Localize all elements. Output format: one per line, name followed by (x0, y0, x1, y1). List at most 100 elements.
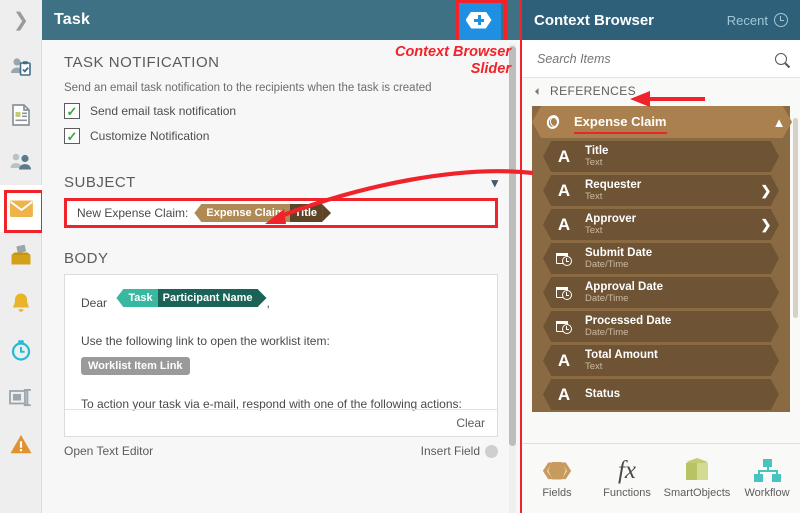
tab-functions-label: Functions (603, 486, 651, 499)
open-text-editor-link[interactable]: Open Text Editor (64, 444, 153, 458)
app-root: ❯ Task TASK NOTIFICATION Send an email t… (0, 0, 800, 513)
rail-item-email-notification[interactable] (0, 185, 44, 233)
tab-smartobjects[interactable]: SmartObjects (662, 458, 732, 499)
timer-icon (11, 339, 31, 361)
chevron-right-icon[interactable]: ❯ (753, 217, 779, 233)
body-editor-content: Dear Task Participant Name , Use the fol… (65, 275, 497, 411)
chevron-right-icon[interactable]: ❯ (753, 183, 779, 199)
reference-group-expense-claim: Expense Claim ▲ A Title Text A Requester… (532, 106, 792, 412)
rail-item-users-tasks[interactable] (0, 44, 42, 91)
left-icon-rail: ❯ (0, 0, 44, 513)
rail-item-inbox[interactable] (0, 232, 42, 279)
email-icon (9, 200, 33, 217)
text-a-icon: A (557, 214, 571, 234)
checkbox-row-send-email[interactable]: ✓ Send email task notification (64, 103, 498, 119)
rail-item-escalations[interactable] (0, 326, 42, 373)
main-scrollbar-thumb[interactable] (509, 46, 516, 446)
field-name: Total Amount (585, 349, 658, 362)
checkbox-row-customize[interactable]: ✓ Customize Notification (64, 128, 498, 144)
subject-chip-left-label: Expense Claim (201, 204, 290, 222)
rail-collapse-button[interactable]: ❯ (0, 0, 42, 40)
recent-button[interactable]: Recent (727, 13, 788, 28)
references-header[interactable]: REFERENCES (522, 78, 800, 104)
tab-functions[interactable]: fx Functions (592, 456, 662, 499)
body-editor[interactable]: Dear Task Participant Name , Use the fol… (64, 274, 498, 437)
body-link-intro: Use the following link to open the workl… (81, 334, 330, 348)
field-type: Date/Time (585, 258, 629, 270)
worklist-item-link-chip[interactable]: Worklist Item Link (81, 357, 190, 375)
context-browser-scrollbar[interactable] (793, 118, 798, 318)
rail-item-form[interactable] (0, 91, 42, 138)
triangle-collapse-icon[interactable] (534, 87, 543, 95)
field-type: Text (585, 156, 603, 168)
field-name: Submit Date (585, 247, 653, 260)
fx-icon: fx (617, 456, 637, 484)
subject-static-text: New Expense Claim: (77, 206, 189, 220)
rail-item-participants[interactable] (0, 138, 42, 185)
workflow-icon (753, 458, 781, 483)
task-notification-description: Send an email task notification to the r… (64, 82, 432, 94)
list-item[interactable]: A Total Amount Text (543, 345, 779, 376)
body-participant-chip[interactable]: Task Participant Name (116, 289, 267, 307)
field-name: Processed Date (585, 315, 672, 328)
annotation-slider-callout: Context Browser Slider (394, 44, 511, 78)
list-item[interactable]: A Status (543, 379, 779, 410)
field-name: Approver (585, 213, 637, 226)
reference-group-header[interactable]: Expense Claim ▲ (532, 106, 792, 138)
field-name: Status (585, 388, 621, 401)
body-greeting-text: Dear (81, 296, 108, 310)
subject-field-chip[interactable]: Expense Claim Title (194, 204, 332, 222)
tab-workflow-label: Workflow (744, 486, 790, 499)
text-a-icon: A (557, 146, 571, 166)
chevron-up-icon[interactable]: ▲ (766, 115, 792, 130)
body-greeting-suffix: , (266, 296, 270, 310)
chevron-down-icon[interactable]: ▾ (491, 175, 498, 191)
body-chip-right-label: Participant Name (157, 289, 258, 307)
context-browser-slider-button[interactable] (456, 0, 507, 46)
send-email-checkbox-label: Send email task notification (90, 104, 237, 118)
users-tasks-icon (11, 57, 31, 76)
list-item[interactable]: A Title Text (543, 141, 779, 172)
tab-smartobjects-label: SmartObjects (663, 487, 731, 499)
datetime-icon (543, 285, 585, 300)
cube-icon (684, 458, 710, 483)
subject-chip-right-label: Title (289, 204, 323, 222)
recent-label: Recent (726, 12, 768, 28)
search-icon[interactable] (772, 50, 790, 67)
warning-icon (10, 434, 32, 453)
customize-notification-checkbox[interactable]: ✓ (64, 128, 80, 144)
send-email-checkbox[interactable]: ✓ (64, 103, 80, 119)
insert-field-control[interactable]: Insert Field (421, 444, 498, 458)
list-item[interactable]: Approval Date Date/Time (543, 277, 779, 308)
rail-icon-list (0, 44, 44, 467)
field-type: Text (585, 224, 603, 236)
body-greeting-line: Dear Task Participant Name , (81, 289, 481, 310)
body-clear-bar: Clear (65, 409, 497, 436)
list-item[interactable]: Processed Date Date/Time (543, 311, 779, 342)
inbox-icon (11, 244, 31, 264)
list-item[interactable]: A Requester Text ❯ (543, 175, 779, 206)
rail-item-rules[interactable] (0, 373, 42, 420)
field-name: Requester (585, 179, 642, 192)
tab-workflow[interactable]: Workflow (732, 458, 800, 499)
form-icon (12, 103, 30, 126)
body-heading: BODY (64, 250, 109, 267)
main-panel-body: TASK NOTIFICATION Send an email task not… (42, 40, 520, 513)
insert-field-icon (485, 444, 498, 458)
rail-item-reminders[interactable] (0, 279, 42, 326)
field-name: Title (585, 145, 609, 158)
body-footer-bar: Open Text Editor Insert Field (64, 444, 498, 458)
list-item[interactable]: A Approver Text ❯ (543, 209, 779, 240)
clear-button[interactable]: Clear (456, 416, 485, 430)
datetime-icon (543, 251, 585, 266)
reference-group-name: Expense Claim (574, 114, 667, 135)
list-item[interactable]: Submit Date Date/Time (543, 243, 779, 274)
context-browser-footer-tabs: ❮ ❯ Fields fx Functions SmartObjects Work (522, 443, 800, 513)
text-a-icon: A (557, 350, 571, 370)
rail-item-exceptions[interactable] (0, 420, 42, 467)
bell-icon (13, 293, 29, 312)
search-input[interactable] (535, 50, 735, 67)
tab-fields[interactable]: ❮ ❯ Fields (522, 459, 592, 499)
subject-input[interactable]: New Expense Claim: Expense Claim Title (64, 198, 498, 228)
context-browser-search-row[interactable] (522, 40, 800, 78)
